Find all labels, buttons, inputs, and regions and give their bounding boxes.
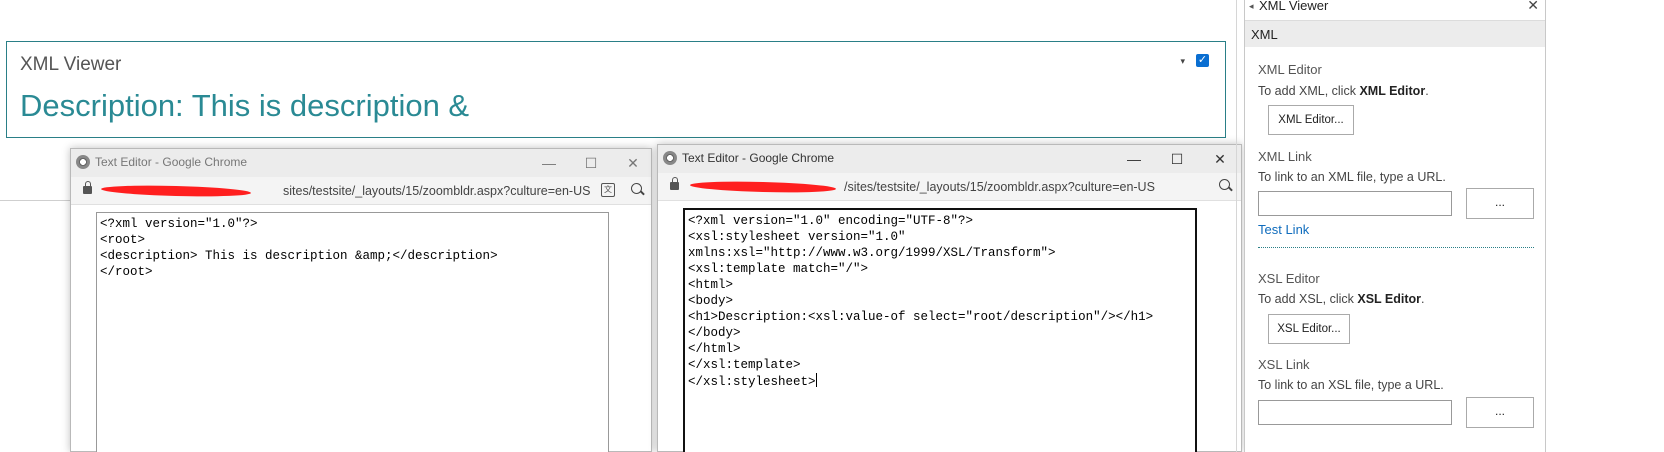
xml-editor-button[interactable]: XML Editor... [1268, 105, 1354, 135]
section-header-xml[interactable]: XML [1245, 20, 1545, 47]
help-text-bold: XML Editor [1359, 84, 1426, 98]
address-bar[interactable]: sites/testsite/_layouts/15/zoombldr.aspx… [71, 177, 651, 205]
xml-link-help: To link to an XML file, type a URL. [1258, 170, 1446, 184]
address-bar[interactable]: /sites/testsite/_layouts/15/zoombldr.asp… [658, 173, 1241, 201]
window-titlebar: Text Editor - Google Chrome — ☐ ✕ [71, 149, 651, 177]
section-divider [1258, 247, 1534, 248]
xsl-content-textarea[interactable]: <?xml version="1.0" encoding="UTF-8"?> <… [683, 208, 1197, 452]
xml-link-browse-button[interactable]: ... [1466, 188, 1534, 219]
help-text: To add XSL, click [1258, 292, 1358, 306]
tool-pane-header: ◂ XML Viewer ✕ [1245, 0, 1545, 14]
test-link[interactable]: Test Link [1258, 222, 1309, 237]
xsl-editor-button[interactable]: XSL Editor... [1268, 314, 1350, 344]
redaction-mark [689, 180, 837, 194]
help-text-bold: XSL Editor [1357, 292, 1422, 306]
tool-pane: ◂ XML Viewer ✕ XML XML Editor To add XML… [1244, 0, 1546, 452]
xsl-link-label: XSL Link [1258, 357, 1310, 372]
minimize-button[interactable]: — [539, 153, 559, 173]
zoom-icon[interactable] [630, 182, 646, 198]
xml-link-label: XML Link [1258, 149, 1312, 164]
xsl-link-input[interactable] [1258, 400, 1452, 425]
window-titlebar: Text Editor - Google Chrome — ☐ ✕ [658, 145, 1241, 173]
help-text-end: . [1425, 84, 1429, 98]
tool-pane-title: XML Viewer [1259, 0, 1329, 13]
xsl-editor-label: XSL Editor [1258, 271, 1320, 286]
help-text: To add XML, click [1258, 84, 1360, 98]
xsl-editor-help: To add XSL, click XSL Editor. [1258, 292, 1425, 306]
xml-editor-help: To add XML, click XML Editor. [1258, 84, 1429, 98]
xsl-link-help: To link to an XSL file, type a URL. [1258, 378, 1444, 392]
xml-content-textarea[interactable]: <?xml version="1.0"?> <root> <descriptio… [96, 212, 609, 452]
url-text: sites/testsite/_layouts/15/zoombldr.aspx… [283, 184, 591, 198]
webpart-select-checkbox[interactable]: ✓ [1196, 54, 1209, 67]
rendered-description: Description: This is description & [20, 88, 470, 123]
tool-pane-close-icon[interactable]: ✕ [1527, 0, 1539, 14]
xml-editor-label: XML Editor [1258, 62, 1322, 77]
lock-icon [670, 177, 679, 190]
xml-viewer-webpart: XML Viewer Description: This is descript… [6, 41, 1226, 138]
redaction-mark [100, 184, 252, 198]
section-title: XML [1251, 27, 1278, 42]
help-text-end: . [1421, 292, 1425, 306]
collapse-arrow-icon[interactable]: ◂ [1249, 0, 1254, 12]
minimize-button[interactable]: — [1124, 149, 1144, 169]
webpart-menu-icon[interactable]: ▾ [1180, 56, 1185, 67]
close-button[interactable]: ✕ [1210, 149, 1230, 169]
url-text: /sites/testsite/_layouts/15/zoombldr.asp… [844, 180, 1155, 194]
xsl-link-browse-button[interactable]: ... [1466, 397, 1534, 428]
window-title: Text Editor - Google Chrome [95, 155, 248, 169]
lock-icon [83, 181, 92, 194]
chrome-icon [76, 155, 90, 169]
translate-icon[interactable]: 文 [601, 183, 615, 197]
chrome-icon [663, 151, 677, 165]
window-title: Text Editor - Google Chrome [682, 151, 835, 165]
maximize-button[interactable]: ☐ [1167, 149, 1187, 169]
xsl-content-text: <?xml version="1.0" encoding="UTF-8"?> <… [688, 214, 1154, 389]
maximize-button[interactable]: ☐ [581, 153, 601, 173]
close-button[interactable]: ✕ [623, 153, 643, 173]
webpart-title: XML Viewer [20, 54, 122, 75]
xml-link-input[interactable] [1258, 191, 1452, 216]
zoom-icon[interactable] [1218, 178, 1234, 194]
text-caret [815, 373, 817, 387]
tool-pane-separator [1236, 0, 1237, 452]
xml-text-editor-window: Text Editor - Google Chrome — ☐ ✕ sites/… [70, 148, 652, 452]
xsl-text-editor-window: Text Editor - Google Chrome — ☐ ✕ /sites… [657, 144, 1242, 452]
page-divider [0, 200, 72, 201]
